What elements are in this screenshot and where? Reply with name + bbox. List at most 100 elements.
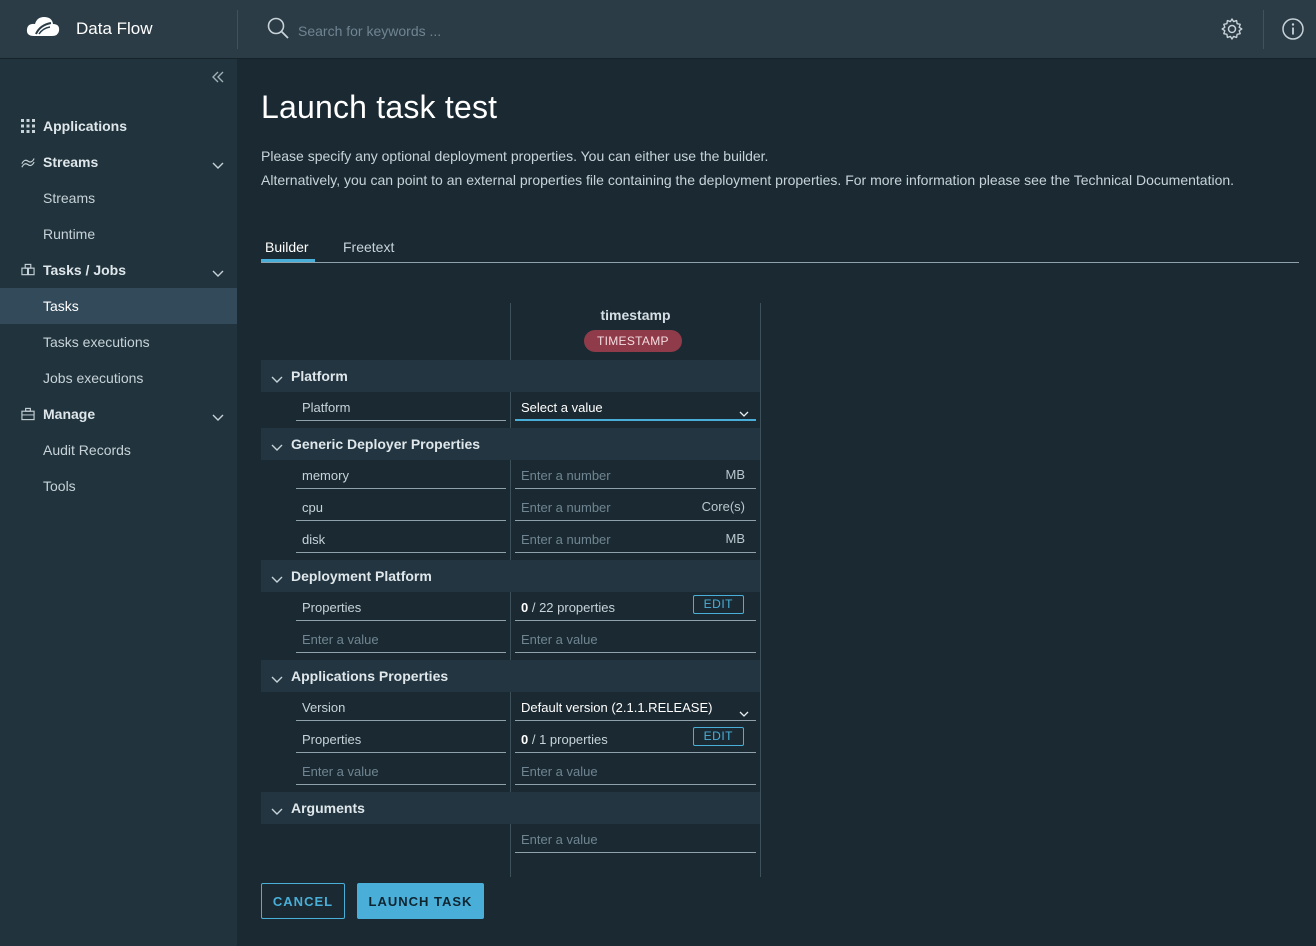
input-placeholder: Enter a number (521, 468, 611, 483)
sidebar-item-label: Audit Records (43, 442, 131, 458)
launch-task-button[interactable]: LAUNCH TASK (357, 883, 484, 919)
description-line-1: Please specify any optional deployment p… (261, 148, 769, 164)
chevron-down-icon (212, 157, 224, 173)
info-icon[interactable] (1281, 17, 1305, 46)
property-key-label: Properties (302, 732, 362, 747)
top-header: Data Flow (0, 0, 1316, 59)
sidebar-item-label: Applications (43, 118, 128, 134)
unit-label: MB (725, 467, 746, 482)
sidebar-item-audit-records[interactable]: Audit Records (0, 432, 237, 468)
custom-key-input[interactable]: Enter a value (296, 627, 506, 653)
section-label: Generic Deployer Properties (291, 436, 481, 452)
version-select[interactable]: Default version (2.1.1.RELEASE) (515, 695, 756, 721)
sidebar-group-streams[interactable]: Streams (0, 144, 237, 180)
search-bar[interactable] (266, 16, 698, 45)
properties-count-text: / 22 properties (528, 600, 615, 615)
section-platform[interactable]: Platform (261, 360, 760, 392)
property-key-label: Platform (302, 400, 351, 415)
application-properties-value: 0 / 1 properties EDIT (515, 727, 756, 753)
sidebar-item-label: Runtime (43, 226, 96, 242)
input-placeholder: Enter a value (521, 832, 598, 847)
unit-label: Core(s) (701, 499, 745, 514)
grid-icon (21, 119, 35, 133)
input-placeholder: Enter a value (302, 632, 379, 647)
property-key-label: disk (302, 532, 326, 547)
sidebar-item-label: Tasks (43, 298, 79, 314)
streams-icon (21, 155, 35, 169)
sidebar-item-tasks-executions[interactable]: Tasks executions (0, 324, 237, 360)
chevron-down-icon (212, 265, 224, 281)
sidebar-item-label: Tasks executions (43, 334, 150, 350)
app-type-badge: TIMESTAMP (584, 330, 682, 352)
sidebar-item-applications[interactable]: Applications (0, 108, 237, 144)
disk-input[interactable]: Enter a number MB (515, 527, 756, 553)
platform-select[interactable]: Select a value (515, 395, 756, 421)
chevron-down-icon (271, 371, 283, 389)
section-generic-deployer[interactable]: Generic Deployer Properties (261, 428, 760, 460)
unit-label: MB (725, 531, 746, 546)
property-key: Platform (296, 395, 506, 421)
sidebar-item-label: Jobs executions (43, 370, 144, 386)
sidebar: Applications Streams Streams Runtime Tas… (0, 59, 237, 946)
input-placeholder: Enter a value (521, 764, 598, 779)
builder-grid: timestamp TIMESTAMP Platform Platform Se… (261, 303, 761, 877)
sidebar-group-label: Manage (43, 406, 96, 422)
sidebar-item-tasks[interactable]: Tasks (0, 288, 237, 324)
property-key-cpu: cpu (296, 495, 506, 521)
chevron-down-icon (212, 409, 224, 425)
arguments-input[interactable]: Enter a value (515, 827, 756, 853)
chevron-down-icon (271, 439, 283, 457)
property-key-label: cpu (302, 500, 323, 515)
collapse-sidebar-icon[interactable] (211, 70, 225, 89)
edit-application-properties-button[interactable]: EDIT (692, 727, 744, 746)
tasks-icon (21, 263, 35, 277)
sidebar-group-tasks-jobs[interactable]: Tasks / Jobs (0, 252, 237, 288)
page-description: Please specify any optional deployment p… (261, 144, 1261, 192)
section-arguments[interactable]: Arguments (261, 792, 760, 824)
sidebar-item-runtime[interactable]: Runtime (0, 216, 237, 252)
sidebar-group-manage[interactable]: Manage (0, 396, 237, 432)
property-key-memory: memory (296, 463, 506, 489)
search-icon (266, 16, 290, 45)
tab-builder[interactable]: Builder (265, 239, 309, 255)
custom-value-input[interactable]: Enter a value (515, 759, 756, 785)
page-title: Launch task test (261, 89, 498, 125)
property-key-version: Version (296, 695, 506, 721)
properties-count-text: / 1 properties (528, 732, 608, 747)
memory-input[interactable]: Enter a number MB (515, 463, 756, 489)
input-placeholder: Enter a number (521, 500, 611, 515)
section-label: Platform (291, 368, 348, 384)
section-label: Deployment Platform (291, 568, 432, 584)
section-label: Applications Properties (291, 668, 449, 684)
custom-value-input[interactable]: Enter a value (515, 627, 756, 653)
sidebar-item-jobs-executions[interactable]: Jobs executions (0, 360, 237, 396)
active-tab-indicator (261, 259, 315, 262)
section-applications-properties[interactable]: Applications Properties (261, 660, 760, 692)
custom-key-input[interactable]: Enter a value (296, 759, 506, 785)
tab-bar: Builder Freetext (261, 236, 1299, 263)
sidebar-group-label: Tasks / Jobs (43, 262, 127, 278)
sidebar-group-label: Streams (43, 154, 99, 170)
version-select-value: Default version (2.1.1.RELEASE) (521, 700, 713, 715)
input-placeholder: Enter a value (302, 764, 379, 779)
settings-gear-icon[interactable] (1220, 17, 1244, 46)
property-key-label: Properties (302, 600, 362, 615)
search-input[interactable] (298, 22, 698, 39)
cancel-button[interactable]: CANCEL (261, 883, 345, 919)
property-key-properties: Properties (296, 595, 506, 621)
sidebar-item-streams[interactable]: Streams (0, 180, 237, 216)
input-placeholder: Enter a value (521, 632, 598, 647)
sidebar-item-tools[interactable]: Tools (0, 468, 237, 504)
cpu-input[interactable]: Enter a number Core(s) (515, 495, 756, 521)
platform-select-value: Select a value (521, 400, 603, 415)
tab-freetext[interactable]: Freetext (343, 239, 394, 255)
input-placeholder: Enter a number (521, 532, 611, 547)
spring-logo-icon (24, 12, 62, 47)
property-key-properties: Properties (296, 727, 506, 753)
edit-deployment-properties-button[interactable]: EDIT (692, 595, 744, 614)
properties-count: 0 / 1 properties (521, 732, 608, 747)
property-key-disk: disk (296, 527, 506, 553)
description-line-2: Alternatively, you can point to an exter… (261, 172, 1235, 188)
brand[interactable]: Data Flow (24, 12, 153, 46)
section-deployment-platform[interactable]: Deployment Platform (261, 560, 760, 592)
